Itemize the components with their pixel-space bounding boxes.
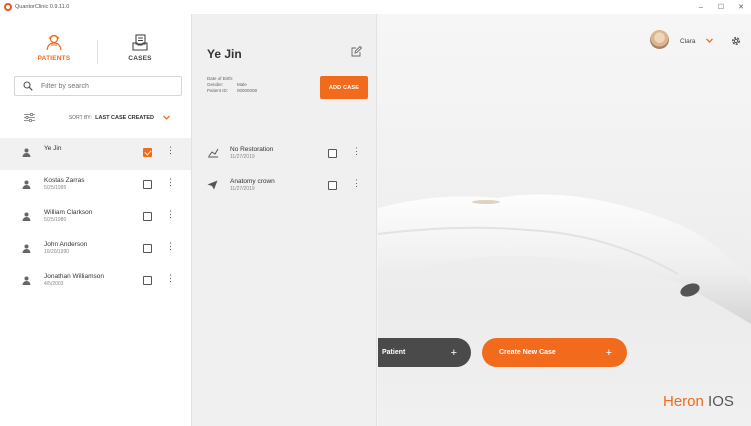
cases-icon <box>132 34 148 51</box>
patient-row[interactable]: Jonathan Williamson 4/5/2003 ⋮ <box>0 266 191 298</box>
create-new-case-button[interactable]: Create New Case + <box>482 338 627 367</box>
case-date: 11/27/2019 <box>230 186 255 192</box>
patient-checkbox[interactable] <box>143 276 152 285</box>
chevron-down-icon[interactable] <box>162 113 171 122</box>
scanner-image <box>378 194 751 324</box>
patient-dob: 5/25/1980 <box>44 217 67 223</box>
patient-row[interactable]: Kostas Zarras 5/25/1995 ⋮ <box>0 170 191 202</box>
patient-checkbox[interactable] <box>143 244 152 253</box>
patient-name: Jonathan Williamson <box>44 273 104 280</box>
new-patient-label: Patient <box>382 349 406 356</box>
brand-suffix: IOS <box>708 393 734 410</box>
plus-icon: + <box>450 346 457 359</box>
maximize-button[interactable]: ☐ <box>711 0 731 14</box>
chevron-down-icon[interactable] <box>705 36 714 45</box>
tab-cases[interactable]: CASES <box>110 34 170 62</box>
patient-name: Kostas Zarras <box>44 177 85 184</box>
patient-checkbox[interactable] <box>143 212 152 221</box>
tab-patients-label: PATIENTS <box>37 55 71 62</box>
case-name: Anatomy crown <box>230 178 275 185</box>
patient-detail-name: Ye Jin <box>207 47 242 61</box>
filter-icon[interactable] <box>24 113 35 122</box>
case-row[interactable]: No Restoration 11/27/2019 ⋮ <box>192 139 378 171</box>
kebab-menu-icon[interactable]: ⋮ <box>166 178 175 187</box>
patient-avatar-icon <box>22 276 31 285</box>
case-date: 11/27/2019 <box>230 154 255 160</box>
brand-logo: Heron IOS <box>663 393 734 410</box>
send-icon <box>207 180 218 190</box>
patient-id-value: 00000008 <box>237 88 258 93</box>
case-row[interactable]: Anatomy crown 11/27/2019 ⋮ <box>192 171 378 203</box>
plus-icon: + <box>605 346 612 359</box>
app-logo-icon <box>4 3 12 11</box>
new-patient-button[interactable]: Patient + <box>378 338 471 367</box>
search-icon <box>23 81 33 91</box>
kebab-menu-icon[interactable]: ⋮ <box>166 146 175 155</box>
case-list: No Restoration 11/27/2019 ⋮ Anatomy crow… <box>192 139 378 203</box>
sort-label[interactable]: SORT BY: LAST CASE CREATED <box>69 115 154 121</box>
main-area: Clara Patient + Create New Case + Heron … <box>378 14 751 426</box>
patient-avatar-icon <box>22 244 31 253</box>
patient-name: John Anderson <box>44 241 88 248</box>
restoration-icon <box>208 148 219 158</box>
user-name[interactable]: Clara <box>680 38 696 45</box>
kebab-menu-icon[interactable]: ⋮ <box>166 210 175 219</box>
patient-avatar-icon <box>22 148 31 157</box>
patient-checkbox[interactable] <box>143 148 152 157</box>
nav-divider <box>97 40 98 64</box>
user-avatar[interactable] <box>650 30 669 49</box>
create-new-case-label: Create New Case <box>499 349 556 356</box>
window-controls: – ☐ ✕ <box>691 0 751 14</box>
patient-row[interactable]: John Anderson 10/20/1990 ⋮ <box>0 234 191 266</box>
patient-dob: 5/25/1995 <box>44 185 67 191</box>
title-bar: QuantorClinic 0.9.11.0 – ☐ ✕ <box>0 0 751 14</box>
patient-avatar-icon <box>22 180 31 189</box>
search-box <box>14 76 182 96</box>
minimize-button[interactable]: – <box>691 0 711 14</box>
patient-avatar-icon <box>22 212 31 221</box>
sort-value: LAST CASE CREATED <box>95 115 154 121</box>
case-checkbox[interactable] <box>328 149 337 158</box>
patient-detail-panel: Ye Jin Date of Birth: Gender: Male Patien… <box>191 14 377 426</box>
add-case-button[interactable]: ADD CASE <box>320 76 368 99</box>
patient-row[interactable]: Ye Jin ⋮ <box>0 138 191 170</box>
patient-dob: 4/5/2003 <box>44 281 64 287</box>
patient-info: Date of Birth: Gender: Male Patient ID: 00… <box>207 76 257 94</box>
kebab-menu-icon[interactable]: ⋮ <box>166 274 175 283</box>
search-input[interactable] <box>41 82 171 90</box>
patient-id-label: Patient ID: <box>207 88 229 93</box>
case-checkbox[interactable] <box>328 181 337 190</box>
patients-sidebar: PATIENTS CASES SORT BY: LAST CASE CREATE… <box>0 14 191 426</box>
sort-prefix: SORT BY: <box>68 115 92 121</box>
edit-icon[interactable] <box>351 46 362 57</box>
case-name: No Restoration <box>230 146 274 153</box>
window-title: QuantorClinic 0.9.11.0 <box>15 4 70 10</box>
sort-row: SORT BY: LAST CASE CREATED <box>0 111 191 125</box>
patient-dob: 10/20/1990 <box>44 249 70 255</box>
kebab-menu-icon[interactable]: ⋮ <box>166 242 175 251</box>
patient-row[interactable]: William Clarkson 5/25/1980 ⋮ <box>0 202 191 234</box>
patient-list: Ye Jin ⋮ Kostas Zarras 5/25/1995 ⋮ Willi… <box>0 138 191 298</box>
patient-checkbox[interactable] <box>143 180 152 189</box>
tab-cases-label: CASES <box>128 55 152 62</box>
patient-name: William Clarkson <box>44 209 93 216</box>
tab-patients[interactable]: PATIENTS <box>24 34 84 62</box>
kebab-menu-icon[interactable]: ⋮ <box>352 179 361 188</box>
brand-name: Heron <box>663 393 704 410</box>
kebab-menu-icon[interactable]: ⋮ <box>352 147 361 156</box>
patient-name: Ye Jin <box>44 145 62 152</box>
patients-icon <box>46 34 62 51</box>
close-button[interactable]: ✕ <box>731 0 751 14</box>
gear-icon[interactable] <box>730 35 742 47</box>
